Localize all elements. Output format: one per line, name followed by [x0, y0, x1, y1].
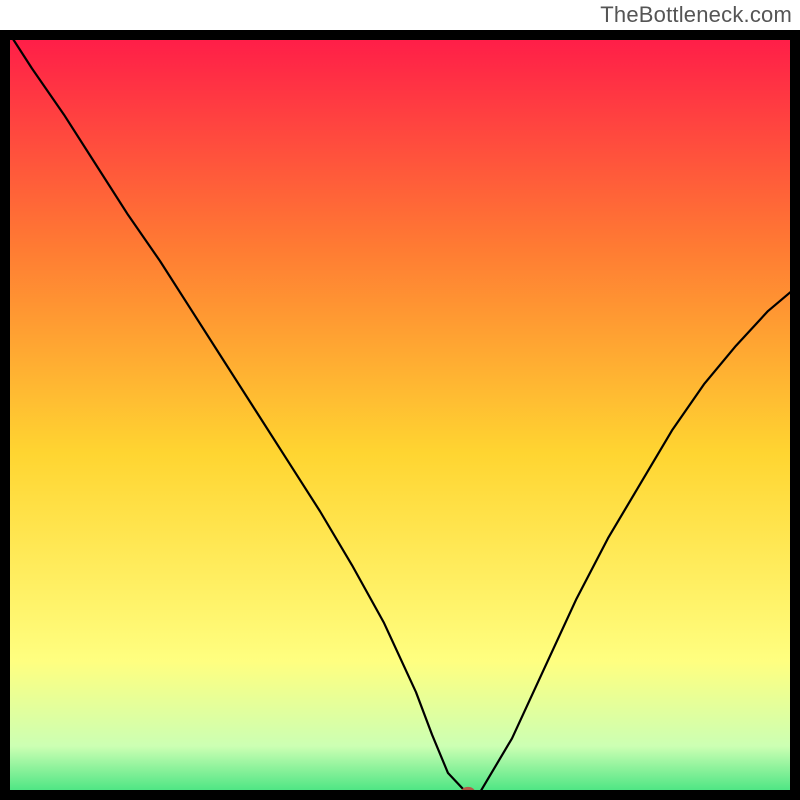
- canvas: TheBottleneck.com: [0, 0, 800, 800]
- chart-background-gradient: [0, 30, 800, 800]
- watermark-text: TheBottleneck.com: [600, 2, 792, 28]
- chart-plot: [0, 30, 800, 800]
